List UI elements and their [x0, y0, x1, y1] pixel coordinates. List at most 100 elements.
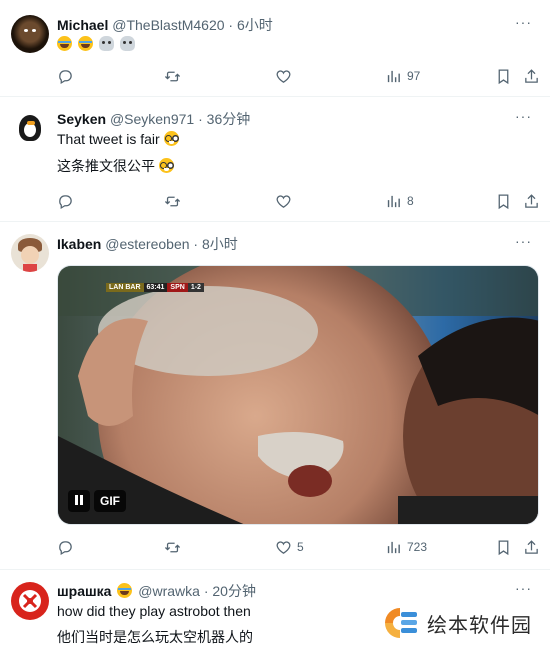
heart-icon [276, 194, 291, 208]
pause-button[interactable] [68, 490, 90, 512]
tweet-gif-media[interactable]: LAN BAR 63:41 SPN 1-2 GIF [57, 265, 539, 525]
reply-icon [59, 540, 72, 555]
user-name[interactable]: Michael [57, 17, 108, 33]
retweet-icon [164, 196, 181, 206]
tweet-text: That tweet is fair [57, 131, 160, 147]
views-icon [387, 541, 400, 553]
bookmark-icon [498, 68, 509, 84]
user-name[interactable]: Seyken [57, 111, 106, 127]
watermark-logo-icon [385, 608, 417, 638]
retweet-icon [164, 542, 181, 552]
user-handle[interactable]: @wrawka [138, 583, 200, 599]
tweet-text-zh: 这条推文很公平 [57, 156, 176, 176]
views-icon [387, 70, 400, 82]
avatar[interactable] [11, 15, 49, 53]
views-button[interactable]: 723 [385, 537, 427, 557]
share-button[interactable] [523, 537, 540, 557]
reply-button[interactable] [57, 191, 74, 211]
tweet-actions: 5 723 [57, 537, 538, 557]
slightly-smiling-emoji [117, 583, 133, 598]
bookmark-button[interactable] [495, 537, 512, 557]
tweet-header: шрашка @wrawka · 20分钟 [57, 581, 256, 601]
avatar[interactable] [11, 582, 49, 620]
gif-controls: GIF [68, 490, 126, 512]
retweet-button[interactable] [164, 537, 181, 557]
more-options-icon[interactable]: ··· [515, 233, 532, 249]
user-name[interactable]: Ikaben [57, 236, 101, 252]
tweet-header: Michael @TheBlastM4620 · 6小时 [57, 15, 273, 35]
views-icon [387, 195, 400, 207]
like-button[interactable] [275, 66, 292, 86]
watermark: 绘本软件园 [381, 604, 532, 642]
tweet-header: Ikaben @estereoben · 8小时 [57, 234, 238, 254]
like-button[interactable]: 5 [275, 537, 304, 557]
share-icon [525, 193, 538, 208]
share-button[interactable] [523, 191, 540, 211]
pause-icon [75, 495, 83, 505]
reply-button[interactable] [57, 66, 74, 86]
share-icon [525, 539, 538, 554]
watermark-text: 绘本软件园 [427, 612, 532, 637]
nerd-face-emoji [158, 158, 174, 173]
likes-count: 5 [297, 540, 304, 554]
gif-frame-image [58, 266, 538, 524]
heart-icon [276, 69, 291, 83]
user-handle[interactable]: @estereoben [105, 236, 189, 252]
separator-dot: · [198, 111, 203, 127]
more-options-icon[interactable]: ··· [515, 108, 532, 124]
tweet-text: how did they play astrobot then [57, 603, 251, 619]
tweet-seyken[interactable]: Seyken @Seyken971 · 36分钟 ··· That tweet … [0, 97, 550, 222]
nerd-face-emoji [163, 131, 179, 146]
views-count: 97 [407, 69, 421, 83]
avatar[interactable] [11, 109, 49, 147]
gif-badge: GIF [94, 490, 126, 512]
bookmark-icon [498, 193, 509, 209]
share-button[interactable] [523, 66, 540, 86]
views-button[interactable]: 97 [385, 66, 420, 86]
bookmark-icon [498, 539, 509, 555]
views-button[interactable]: 8 [385, 191, 414, 211]
tweet-text-en: That tweet is fair [57, 131, 181, 147]
skull-emoji [98, 36, 114, 51]
skull-emoji [119, 36, 135, 51]
timestamp[interactable]: 8小时 [202, 236, 238, 252]
tweet-translation: 他们当时是怎么玩太空机器人的 [57, 629, 253, 645]
timestamp[interactable]: 6小时 [237, 17, 273, 33]
more-options-icon[interactable]: ··· [515, 14, 532, 30]
bookmark-button[interactable] [495, 66, 512, 86]
timestamp[interactable]: 36分钟 [207, 111, 251, 127]
views-count: 723 [407, 540, 428, 554]
more-options-icon[interactable]: ··· [515, 580, 532, 596]
views-count: 8 [407, 194, 414, 208]
retweet-button[interactable] [164, 66, 181, 86]
scoreboard-overlay: LAN BAR 63:41 SPN 1-2 [106, 283, 204, 292]
separator-dot: · [203, 583, 209, 599]
tweet-actions: 97 [57, 66, 538, 86]
score-result: 1-2 [187, 283, 204, 292]
heart-icon [276, 540, 291, 554]
share-icon [525, 68, 538, 83]
bookmark-button[interactable] [495, 191, 512, 211]
tweet-header: Seyken @Seyken971 · 36分钟 [57, 109, 250, 129]
score-time: 63:41 [143, 283, 168, 292]
avatar[interactable] [11, 234, 49, 272]
tweet-translation: 这条推文很公平 [57, 158, 155, 174]
timestamp[interactable]: 20分钟 [212, 583, 256, 599]
user-name[interactable]: шрашка [57, 583, 111, 599]
score-team: LAN BAR [106, 283, 144, 292]
laughing-crying-emoji [77, 36, 93, 51]
retweet-icon [164, 71, 181, 81]
separator-dot: · [193, 236, 199, 252]
reply-icon [59, 69, 72, 84]
reply-icon [59, 194, 72, 209]
retweet-button[interactable] [164, 191, 181, 211]
like-button[interactable] [275, 191, 292, 211]
tweet-emoji-row [57, 36, 137, 52]
reply-button[interactable] [57, 537, 74, 557]
laughing-crying-emoji [57, 36, 72, 51]
user-handle[interactable]: @TheBlastM4620 [112, 17, 224, 33]
score-team-2: SPN [167, 283, 188, 292]
tweet-michael[interactable]: Michael @TheBlastM4620 · 6小时 ··· 97 [0, 0, 550, 97]
user-handle[interactable]: @Seyken971 [110, 111, 194, 127]
separator-dot: · [228, 17, 234, 33]
